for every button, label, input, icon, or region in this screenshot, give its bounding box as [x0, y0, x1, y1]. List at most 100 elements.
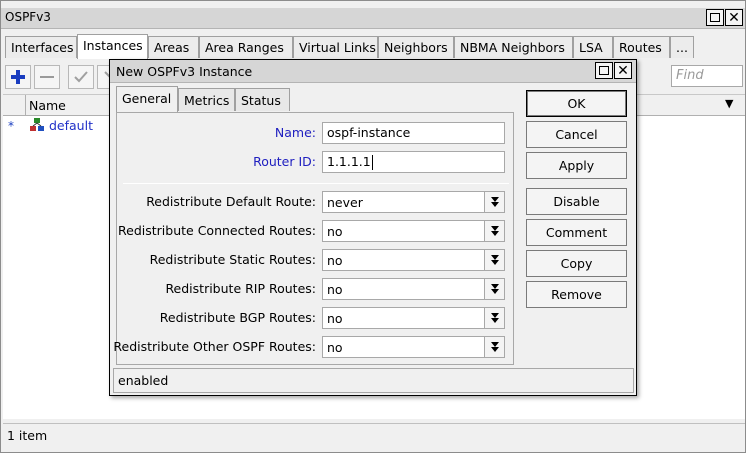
instance-status: enabled — [118, 373, 169, 388]
tab-label: Interfaces — [11, 40, 74, 55]
tab-virtual-links[interactable]: Virtual Links — [293, 36, 378, 58]
tab-label: Area Ranges — [205, 40, 284, 55]
comment-button[interactable]: Comment — [526, 219, 627, 246]
redistribute-bgp-label: Redistribute BGP Routes: — [159, 310, 316, 325]
disable-button[interactable]: Disable — [526, 188, 627, 215]
add-button[interactable] — [5, 65, 31, 89]
tab-status[interactable]: Status — [235, 88, 290, 111]
button-label: OK — [567, 96, 586, 111]
tab-instances[interactable]: Instances — [77, 34, 148, 59]
dropdown-arrow-icon[interactable] — [484, 221, 504, 241]
redistribute-connected-select[interactable]: no — [322, 220, 505, 242]
dialog-maximize-button[interactable] — [595, 62, 613, 79]
maximize-icon — [599, 66, 609, 75]
button-label: Cancel — [555, 127, 598, 142]
tab-neighbors[interactable]: Neighbors — [378, 36, 454, 58]
find-placeholder: Find — [676, 68, 704, 83]
tab-general[interactable]: General — [116, 86, 178, 113]
redistribute-rip-label: Redistribute RIP Routes: — [165, 281, 316, 296]
close-button[interactable]: ✕ — [725, 9, 743, 26]
close-icon: ✕ — [617, 62, 629, 79]
tab-label: ... — [676, 40, 688, 55]
button-label: Comment — [545, 225, 608, 240]
redistribute-static-label: Redistribute Static Routes: — [149, 252, 316, 267]
tab-label: Areas — [154, 40, 190, 55]
dialog-title: New OSPFv3 Instance — [116, 64, 253, 79]
copy-button[interactable]: Copy — [526, 250, 627, 277]
general-panel: Name: ospf-instance Router ID: 1.1.1.1 R… — [113, 112, 514, 365]
ospf-instance-icon — [29, 117, 45, 136]
redistribute-other-ospf-select[interactable]: no — [322, 336, 505, 358]
tab-routes[interactable]: Routes — [613, 36, 670, 58]
button-label: Disable — [553, 194, 600, 209]
name-field[interactable]: ospf-instance — [322, 122, 505, 144]
dropdown-arrow-icon[interactable] — [484, 279, 504, 299]
redistribute-default-select[interactable]: never — [322, 191, 505, 213]
redistribute-bgp-select[interactable]: no — [322, 307, 505, 329]
plus-icon — [11, 70, 25, 84]
select-value: no — [327, 282, 343, 297]
dropdown-arrow-icon[interactable] — [484, 192, 504, 212]
name-label: Name: — [274, 125, 316, 140]
maximize-icon — [710, 13, 720, 22]
select-value: no — [327, 340, 343, 355]
dialog-titlebar[interactable]: New OSPFv3 Instance ✕ — [110, 60, 636, 83]
cancel-button[interactable]: Cancel — [526, 121, 627, 148]
tab-interfaces[interactable]: Interfaces — [5, 36, 77, 58]
tab-label: Status — [241, 93, 281, 108]
dropdown-arrow-icon[interactable] — [484, 250, 504, 270]
tab-metrics[interactable]: Metrics — [178, 88, 235, 111]
tab-nbma-neighbors[interactable]: NBMA Neighbors — [454, 36, 573, 58]
dropdown-arrow-icon[interactable] — [484, 308, 504, 328]
window-title: OSPFv3 — [5, 10, 51, 24]
minus-icon — [40, 76, 54, 78]
redistribute-default-label: Redistribute Default Route: — [146, 194, 316, 209]
button-label: Remove — [551, 287, 602, 302]
panel-separator — [123, 183, 509, 184]
redistribute-rip-select[interactable]: no — [322, 278, 505, 300]
remove-button[interactable]: Remove — [526, 281, 627, 308]
row-name: default — [49, 118, 93, 133]
redistribute-static-select[interactable]: no — [322, 249, 505, 271]
router-id-label: Router ID: — [253, 154, 316, 169]
dialog-status-bar: enabled — [113, 368, 634, 393]
item-count: 1 item — [7, 428, 48, 443]
select-value: no — [327, 253, 343, 268]
select-value: no — [327, 224, 343, 239]
redistribute-other-ospf-label: Redistribute Other OSPF Routes: — [113, 339, 316, 354]
close-icon: ✕ — [728, 9, 740, 26]
redistribute-connected-label: Redistribute Connected Routes: — [118, 223, 316, 238]
tab-more[interactable]: ... — [670, 36, 694, 58]
tab-lsa[interactable]: LSA — [573, 36, 613, 58]
tab-label: Neighbors — [384, 40, 448, 55]
select-value: no — [327, 311, 343, 326]
maximize-button[interactable] — [706, 9, 724, 26]
select-value: never — [327, 195, 363, 210]
button-label: Copy — [560, 256, 593, 271]
column-menu-icon[interactable]: ▼ — [725, 97, 733, 110]
ok-button[interactable]: OK — [526, 90, 627, 117]
tab-label: Instances — [83, 38, 143, 53]
tab-label: NBMA Neighbors — [460, 40, 565, 55]
enable-button[interactable] — [68, 65, 94, 89]
window-titlebar[interactable]: OSPFv3 ✕ — [1, 8, 745, 29]
find-input[interactable]: Find — [671, 65, 743, 87]
router-id-field[interactable]: 1.1.1.1 — [322, 151, 505, 173]
new-ospfv3-instance-dialog: New OSPFv3 Instance ✕ General Metrics St… — [109, 59, 637, 396]
tab-label: LSA — [579, 40, 603, 55]
apply-button[interactable]: Apply — [526, 152, 627, 179]
remove-button[interactable] — [34, 65, 60, 89]
tab-areas[interactable]: Areas — [148, 36, 199, 58]
name-value: ospf-instance — [327, 125, 411, 140]
button-label: Apply — [558, 158, 595, 173]
dialog-close-button[interactable]: ✕ — [614, 62, 632, 79]
status-bar: 1 item — [3, 423, 745, 447]
column-header-name[interactable]: Name — [29, 98, 66, 113]
router-id-value: 1.1.1.1 — [327, 154, 371, 169]
tab-area-ranges[interactable]: Area Ranges — [199, 36, 293, 58]
tab-label: Virtual Links — [299, 40, 376, 55]
tab-label: General — [122, 91, 172, 106]
row-marker: * — [8, 119, 14, 133]
text-cursor — [371, 155, 373, 170]
dropdown-arrow-icon[interactable] — [484, 337, 504, 357]
